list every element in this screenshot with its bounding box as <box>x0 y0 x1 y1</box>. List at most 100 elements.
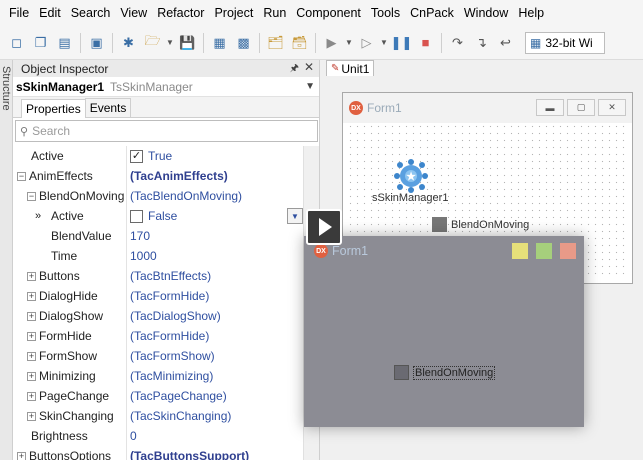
expand-icon[interactable]: + <box>27 271 36 281</box>
new-form-icon[interactable]: ❐ <box>30 32 51 53</box>
property-row[interactable]: + ButtonsOptions (TacButtonsSupport) <box>13 446 303 460</box>
expand-icon[interactable]: + <box>27 391 36 401</box>
save-icon[interactable]: 💾 <box>177 32 198 53</box>
preview-checkbox[interactable]: BlendOnMoving <box>394 365 496 380</box>
platform-selector[interactable]: ▦ 32-bit Wi <box>525 31 605 54</box>
property-value[interactable]: (TacFormHide) <box>127 286 303 306</box>
search-input[interactable]: ⚲ Search <box>15 120 318 142</box>
close-icon[interactable]: ✕ <box>598 99 626 116</box>
menu-component[interactable]: Component <box>291 0 366 26</box>
save-project-icon[interactable]: ▩ <box>233 32 254 53</box>
minimize-icon[interactable] <box>512 243 528 259</box>
property-row[interactable]: BlendValue 170 <box>13 226 303 246</box>
menu-project[interactable]: Project <box>209 0 258 26</box>
menu-view[interactable]: View <box>115 0 152 26</box>
property-row[interactable]: + DialogShow (TacDialogShow) <box>13 306 303 326</box>
property-value[interactable]: ✓ True <box>127 146 303 166</box>
property-row[interactable]: + Buttons (TacBtnEffects) <box>13 266 303 286</box>
property-value[interactable]: (TacPageChange) <box>127 386 303 406</box>
checkbox-unchecked[interactable] <box>130 209 143 223</box>
expand-icon[interactable]: + <box>27 291 36 301</box>
running-form-preview[interactable]: DX Form1 BlendOnMoving <box>304 236 584 427</box>
maximize-icon[interactable] <box>536 243 552 259</box>
run-icon[interactable]: ▶ <box>321 32 342 53</box>
menu-window[interactable]: Window <box>459 0 513 26</box>
open-folder-icon[interactable]: 🗁 <box>142 32 163 53</box>
checkbox-box[interactable] <box>394 365 409 380</box>
property-row[interactable]: + PageChange (TacPageChange) <box>13 386 303 406</box>
checkbox-box[interactable] <box>432 217 447 232</box>
menu-search[interactable]: Search <box>66 0 116 26</box>
property-value[interactable]: (TacBtnEffects) <box>127 266 303 286</box>
expand-icon[interactable]: + <box>17 451 26 460</box>
property-row[interactable]: Time 1000 <box>13 246 303 266</box>
property-value[interactable]: (TacFormShow) <box>127 346 303 366</box>
component-selector[interactable]: sSkinManager1 TsSkinManager ▼ <box>13 77 319 97</box>
design-checkbox[interactable]: BlendOnMoving <box>432 217 529 232</box>
save-all-icon[interactable]: ▦ <box>209 32 230 53</box>
tab-events[interactable]: Events <box>84 98 132 117</box>
expand-icon[interactable]: + <box>27 311 36 321</box>
property-row[interactable]: + FormHide (TacFormHide) <box>13 326 303 346</box>
collapse-icon[interactable]: − <box>17 171 26 181</box>
chevron-down-icon[interactable]: ▼ <box>287 208 303 224</box>
pin-icon[interactable]: 🖈 <box>290 61 299 78</box>
maximize-icon[interactable]: ▢ <box>567 99 595 116</box>
remove-from-project-icon[interactable]: 🗃 <box>289 32 310 53</box>
play-button[interactable] <box>306 209 342 245</box>
menu-refactor[interactable]: Refactor <box>152 0 209 26</box>
new-items-icon[interactable]: ✱ <box>118 32 139 53</box>
add-to-project-icon[interactable]: 🗂 <box>265 32 286 53</box>
property-value[interactable]: 1000 <box>127 246 303 266</box>
new-unit-icon[interactable]: ▤ <box>54 32 75 53</box>
structure-tab[interactable]: Structure <box>0 60 13 460</box>
property-row[interactable]: Brightness 0 <box>13 426 303 446</box>
property-value[interactable]: (TacDialogShow) <box>127 306 303 326</box>
menu-cnpack[interactable]: CnPack <box>405 0 459 26</box>
property-value[interactable]: (TacButtonsSupport) <box>127 446 303 460</box>
chevron-down-icon[interactable]: ▼ <box>305 81 315 92</box>
property-row[interactable]: + SkinChanging (TacSkinChanging) <box>13 406 303 426</box>
run-without-debug-icon[interactable]: ▷ <box>356 32 377 53</box>
property-value-editor[interactable]: False ▼ <box>127 206 303 226</box>
run-until-return-icon[interactable]: ↩ <box>495 32 516 53</box>
tab-unit1[interactable]: ✎ Unit1 <box>326 60 375 76</box>
property-value[interactable]: 170 <box>127 226 303 246</box>
skin-manager-component-icon[interactable]: ★ <box>394 159 428 193</box>
menu-run[interactable]: Run <box>258 0 291 26</box>
property-value[interactable]: (TacAnimEffects) <box>127 166 303 186</box>
close-icon[interactable]: ✕ <box>304 60 314 74</box>
trace-into-icon[interactable]: ↴ <box>471 32 492 53</box>
checkbox-checked[interactable]: ✓ <box>130 149 143 163</box>
property-value[interactable]: (TacSkinChanging) <box>127 406 303 426</box>
step-over-icon[interactable]: ↷ <box>447 32 468 53</box>
expand-icon[interactable]: + <box>27 331 36 341</box>
property-row[interactable]: − BlendOnMoving (TacBlendOnMoving) <box>13 186 303 206</box>
tab-properties[interactable]: Properties <box>21 99 86 118</box>
property-value[interactable]: (TacMinimizing) <box>127 366 303 386</box>
menu-tools[interactable]: Tools <box>366 0 405 26</box>
open-dropdown-icon[interactable]: ▼ <box>166 38 174 47</box>
close-icon[interactable] <box>560 243 576 259</box>
expand-icon[interactable]: + <box>27 371 36 381</box>
menu-file[interactable]: File <box>4 0 34 26</box>
property-row-selected[interactable]: » Active False ▼ <box>13 206 303 226</box>
property-row[interactable]: + Minimizing (TacMinimizing) <box>13 366 303 386</box>
run-dropdown-icon[interactable]: ▼ <box>345 38 353 47</box>
property-row[interactable]: Active ✓ True <box>13 146 303 166</box>
menu-help[interactable]: Help <box>513 0 549 26</box>
collapse-icon[interactable]: − <box>27 191 36 201</box>
stop-icon[interactable]: ■ <box>415 32 436 53</box>
expand-icon[interactable]: + <box>27 351 36 361</box>
minimize-icon[interactable]: ▬ <box>536 99 564 116</box>
menu-edit[interactable]: Edit <box>34 0 66 26</box>
expand-icon[interactable]: + <box>27 411 36 421</box>
property-row[interactable]: + FormShow (TacFormShow) <box>13 346 303 366</box>
property-row[interactable]: − AnimEffects (TacAnimEffects) <box>13 166 303 186</box>
property-row[interactable]: + DialogHide (TacFormHide) <box>13 286 303 306</box>
pause-icon[interactable]: ❚❚ <box>391 32 413 53</box>
property-value[interactable]: (TacFormHide) <box>127 326 303 346</box>
run-config-icon[interactable]: ▣ <box>86 32 107 53</box>
property-value[interactable]: (TacBlendOnMoving) <box>127 186 303 206</box>
new-icon[interactable]: ◻ <box>6 32 27 53</box>
